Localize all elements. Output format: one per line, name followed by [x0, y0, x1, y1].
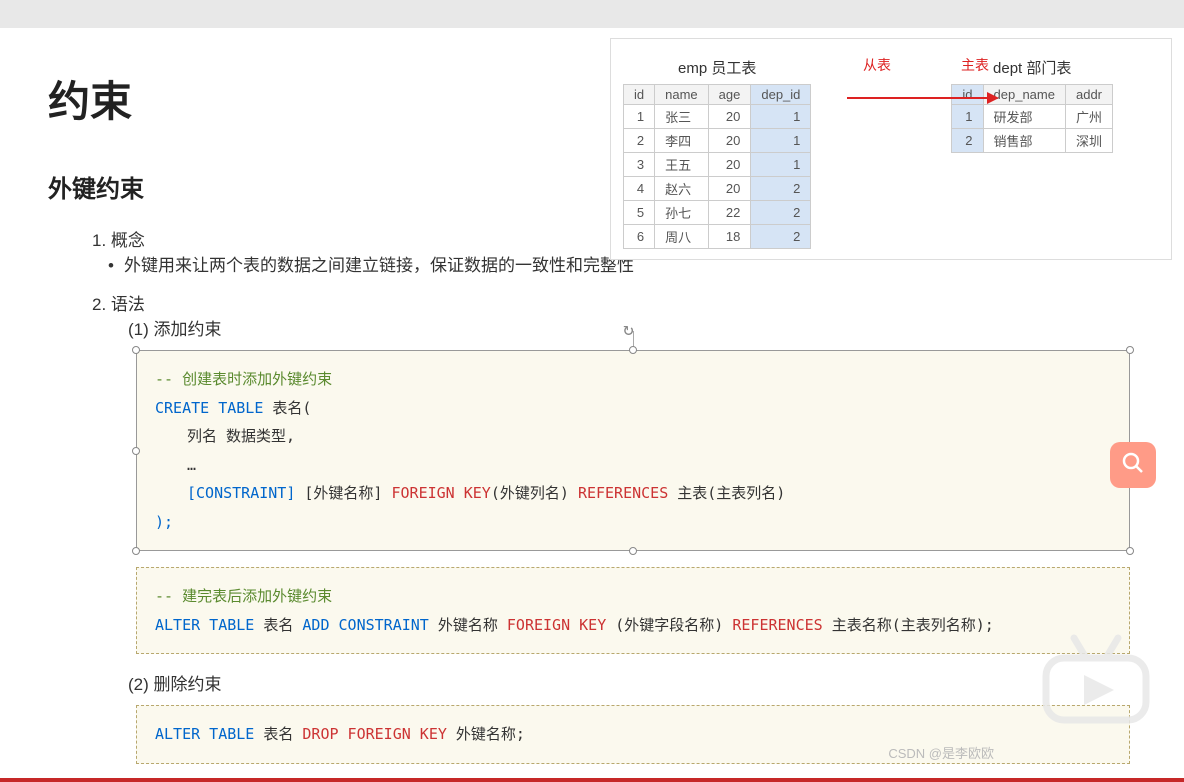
- resize-handle[interactable]: [132, 547, 140, 555]
- kw-create-table: CREATE TABLE: [155, 399, 263, 417]
- table-cell: 18: [708, 225, 751, 249]
- emp-col-age: age: [708, 85, 751, 105]
- table-cell: 3: [624, 153, 655, 177]
- emp-col-depid: dep_id: [751, 85, 811, 105]
- table-cell: 20: [708, 177, 751, 201]
- table-row: 4赵六202: [624, 177, 811, 201]
- code-text: 主表(主表列名): [668, 484, 785, 502]
- table-cell: 5: [624, 201, 655, 225]
- table-cell: 孙七: [655, 201, 709, 225]
- code-text: 外键名称: [429, 616, 507, 634]
- code-text: (外键字段名称): [606, 616, 732, 634]
- dept-table: id dep_name addr 1研发部广州2销售部深圳: [951, 84, 1113, 153]
- emp-table-wrap: emp 员工表 id name age dep_id 1张三2012李四2013…: [623, 57, 811, 249]
- table-cell: 2: [751, 201, 811, 225]
- table-cell: 2: [624, 129, 655, 153]
- syntax-sub-2: (2) 删除约束: [128, 670, 1136, 695]
- table-cell: 2: [952, 129, 983, 153]
- code-text: 列名 数据类型,: [187, 427, 295, 445]
- bilibili-tv-icon[interactable]: [1036, 630, 1156, 730]
- kw-alter-table: ALTER TABLE: [155, 616, 254, 634]
- kw-drop-fk: DROP FOREIGN KEY: [302, 725, 447, 743]
- code-text: 表名: [254, 616, 302, 634]
- rotate-line: [633, 331, 634, 347]
- kw-references: REFERENCES: [732, 616, 822, 634]
- table-diagram: 从表 主表 emp 员工表 id name age dep_id 1张三2012…: [610, 38, 1172, 260]
- table-cell: 王五: [655, 153, 709, 177]
- table-cell: 研发部: [983, 105, 1065, 129]
- table-row: 2销售部深圳: [952, 129, 1113, 153]
- bottom-border: [0, 778, 1184, 782]
- code-text: 表名: [254, 725, 302, 743]
- table-cell: 赵六: [655, 177, 709, 201]
- table-cell: 1: [751, 153, 811, 177]
- resize-handle[interactable]: [1126, 346, 1134, 354]
- kw-foreign-key: FOREIGN KEY: [507, 616, 606, 634]
- table-cell: 6: [624, 225, 655, 249]
- kw-references: REFERENCES: [578, 484, 668, 502]
- table-row: 6周八182: [624, 225, 811, 249]
- table-cell: 2: [751, 177, 811, 201]
- dept-col-id: id: [952, 85, 983, 105]
- code-text: (外键列名): [491, 484, 578, 502]
- emp-table: id name age dep_id 1张三2012李四2013王五2014赵六…: [623, 84, 811, 249]
- code-text: …: [187, 456, 196, 474]
- table-cell: 周八: [655, 225, 709, 249]
- outline-item-2: 2. 语法: [92, 290, 1136, 315]
- resize-handle[interactable]: [132, 346, 140, 354]
- top-bar: [0, 0, 1184, 28]
- dept-col-addr: addr: [1065, 85, 1112, 105]
- table-cell: 1: [751, 129, 811, 153]
- kw-constraint: [CONSTRAINT]: [187, 484, 295, 502]
- label-sub-table: 从表: [863, 55, 891, 75]
- search-icon: [1121, 451, 1145, 480]
- resize-handle[interactable]: [629, 346, 637, 354]
- table-row: 2李四201: [624, 129, 811, 153]
- table-cell: 20: [708, 129, 751, 153]
- code-text: );: [155, 513, 173, 531]
- table-row: 3王五201: [624, 153, 811, 177]
- resize-handle[interactable]: [629, 547, 637, 555]
- emp-table-title: emp 员工表: [623, 57, 811, 78]
- code-comment: -- 建完表后添加外键约束: [155, 587, 332, 605]
- code-text: [外键名称]: [295, 484, 391, 502]
- code-text: 外键名称;: [447, 725, 525, 743]
- table-cell: 张三: [655, 105, 709, 129]
- fk-arrow: [847, 97, 997, 99]
- search-button[interactable]: [1110, 442, 1156, 488]
- code-block-create[interactable]: ↻ -- 创建表时添加外键约束 CREATE TABLE 表名( 列名 数据类型…: [136, 350, 1130, 551]
- code-text: 表名(: [263, 399, 311, 417]
- table-cell: 广州: [1065, 105, 1112, 129]
- table-row: 1研发部广州: [952, 105, 1113, 129]
- table-cell: 1: [751, 105, 811, 129]
- dept-table-wrap: dept 部门表 id dep_name addr 1研发部广州2销售部深圳: [951, 57, 1113, 249]
- kw-alter-table: ALTER TABLE: [155, 725, 254, 743]
- table-row: 5孙七222: [624, 201, 811, 225]
- kw-add-constraint: ADD CONSTRAINT: [302, 616, 428, 634]
- table-row: 1张三201: [624, 105, 811, 129]
- resize-handle[interactable]: [1126, 547, 1134, 555]
- table-cell: 22: [708, 201, 751, 225]
- table-cell: 4: [624, 177, 655, 201]
- label-main-table: 主表: [961, 55, 989, 75]
- table-cell: 销售部: [983, 129, 1065, 153]
- csdn-watermark: CSDN @是李欧欧: [888, 743, 994, 762]
- table-cell: 李四: [655, 129, 709, 153]
- table-cell: 2: [751, 225, 811, 249]
- emp-col-id: id: [624, 85, 655, 105]
- code-text: 主表名称(主表列名称);: [823, 616, 994, 634]
- table-cell: 1: [952, 105, 983, 129]
- kw-foreign-key: FOREIGN KEY: [392, 484, 491, 502]
- code-comment: -- 创建表时添加外键约束: [155, 370, 332, 388]
- emp-col-name: name: [655, 85, 709, 105]
- table-cell: 深圳: [1065, 129, 1112, 153]
- resize-handle[interactable]: [132, 447, 140, 455]
- table-cell: 1: [624, 105, 655, 129]
- table-cell: 20: [708, 105, 751, 129]
- table-cell: 20: [708, 153, 751, 177]
- code-block-alter-add: -- 建完表后添加外键约束 ALTER TABLE 表名 ADD CONSTRA…: [136, 567, 1130, 654]
